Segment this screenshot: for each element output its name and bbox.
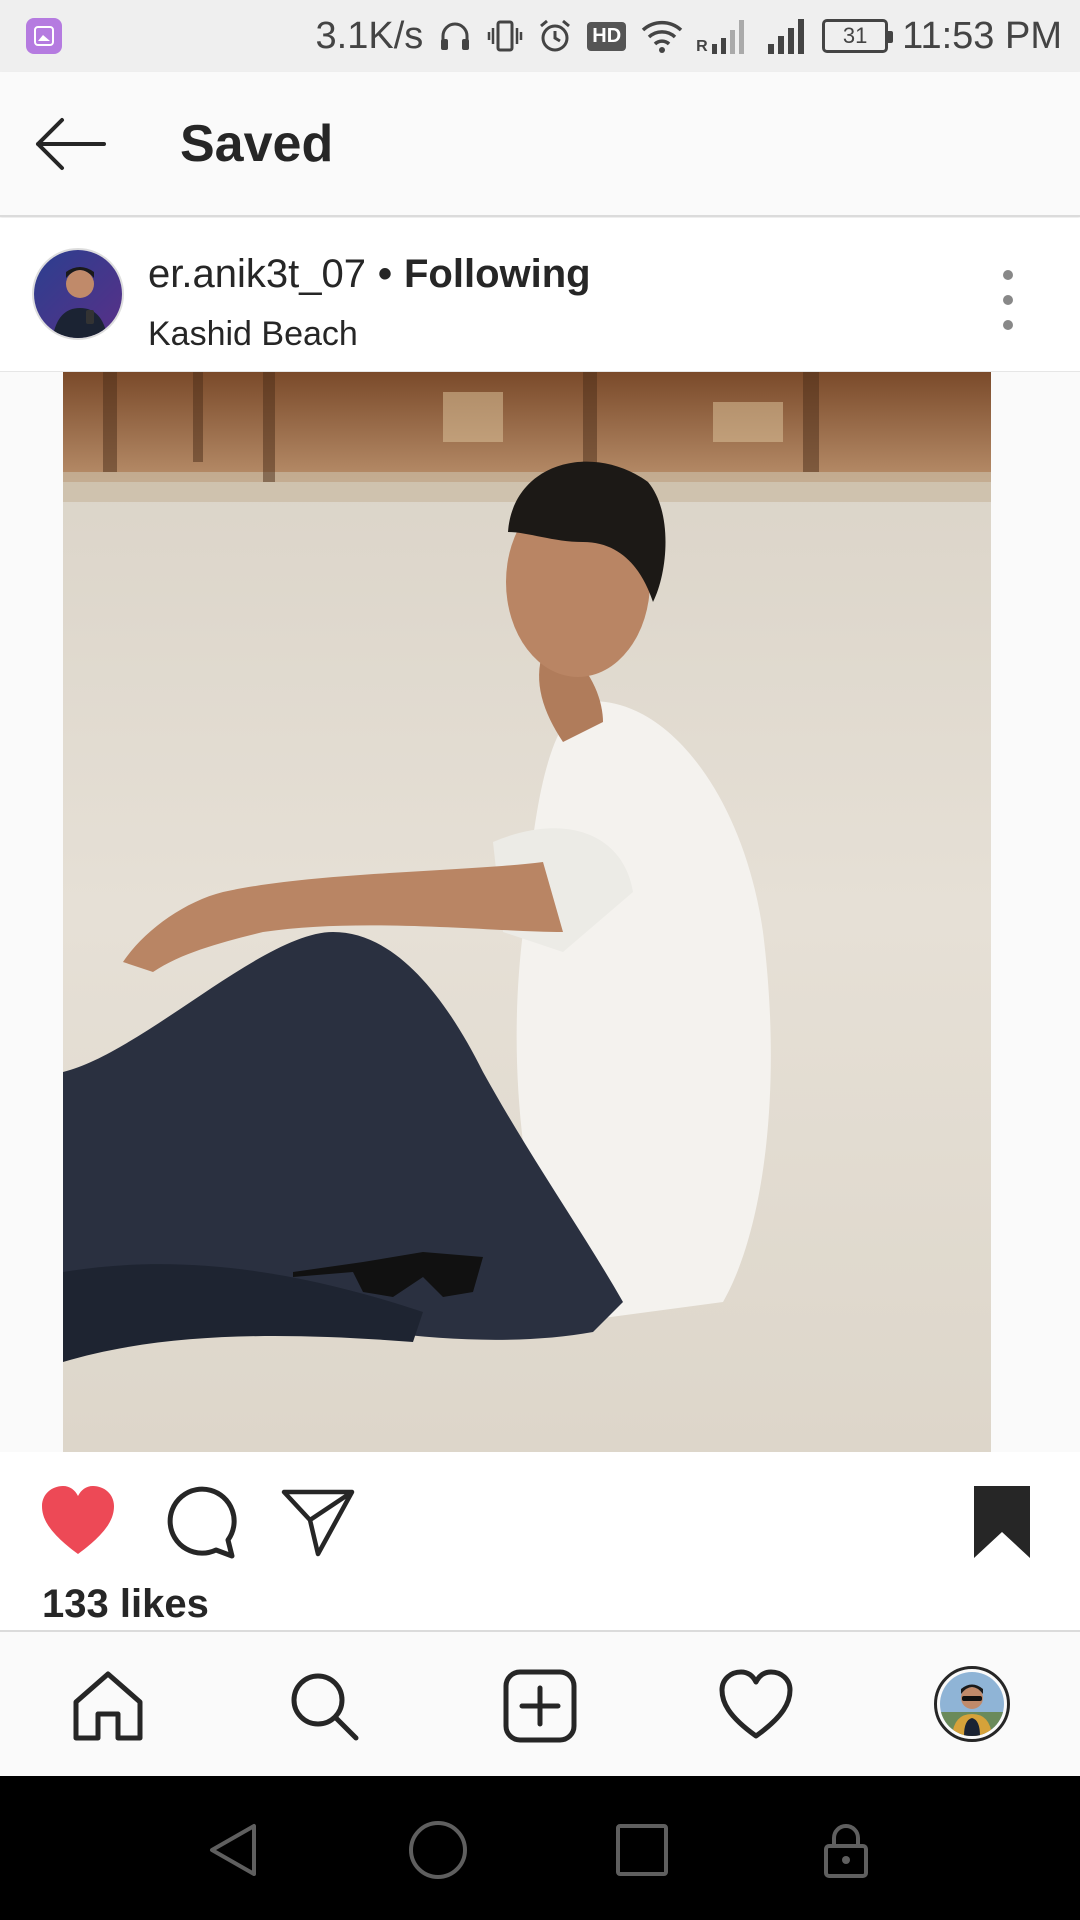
post-image[interactable] [63,372,991,1452]
network-speed: 3.1K/s [315,14,424,57]
vibrate-icon [487,18,523,54]
post-author-line: er.anik3t_07 • Following [148,252,591,297]
battery-level: 31 [842,23,868,48]
comment-icon[interactable] [158,1482,238,1562]
gallery-notification-icon [26,18,62,54]
top-app-bar: Saved [0,72,1080,217]
wifi-icon [640,18,684,54]
headphones-icon [437,18,473,54]
location-link[interactable]: Kashid Beach [148,315,358,354]
bottom-navigation [0,1630,1080,1776]
hd-icon: HD [587,21,627,51]
more-options-icon[interactable] [990,270,1026,330]
separator-dot: • [377,252,392,296]
battery-icon: 31 [822,19,894,53]
page-title: Saved [180,115,334,173]
signal-roaming-icon: R [696,16,750,56]
back-arrow-icon[interactable] [32,114,108,174]
roaming-label: R [696,38,708,55]
add-post-icon[interactable] [502,1668,578,1744]
signal-icon [764,16,808,56]
status-icons: 3.1K/s HD R 31 11:53 PM [316,0,1062,72]
system-navigation-bar [0,1776,1080,1920]
user-avatar[interactable] [32,248,124,340]
following-button[interactable]: Following [404,252,591,296]
system-back-icon[interactable] [202,1818,266,1882]
like-heart-icon[interactable] [38,1482,118,1562]
clock: 11:53 PM [902,14,1062,57]
status-bar: 3.1K/s HD R 31 11:53 PM [0,0,1080,72]
username-link[interactable]: er.anik3t_07 [148,252,366,296]
bookmark-icon[interactable] [962,1482,1042,1562]
system-home-icon[interactable] [406,1818,470,1882]
profile-avatar-tab[interactable] [934,1666,1010,1742]
system-recents-icon[interactable] [610,1818,674,1882]
activity-heart-icon[interactable] [718,1668,794,1744]
home-icon[interactable] [70,1668,146,1744]
system-lock-icon[interactable] [814,1818,878,1882]
likes-count[interactable]: 133 likes [42,1582,209,1627]
alarm-icon [537,18,573,54]
search-icon[interactable] [286,1668,362,1744]
share-icon[interactable] [278,1482,358,1562]
post-actions: 133 likes [0,1452,1080,1632]
post-header: er.anik3t_07 • Following Kashid Beach [0,218,1080,372]
